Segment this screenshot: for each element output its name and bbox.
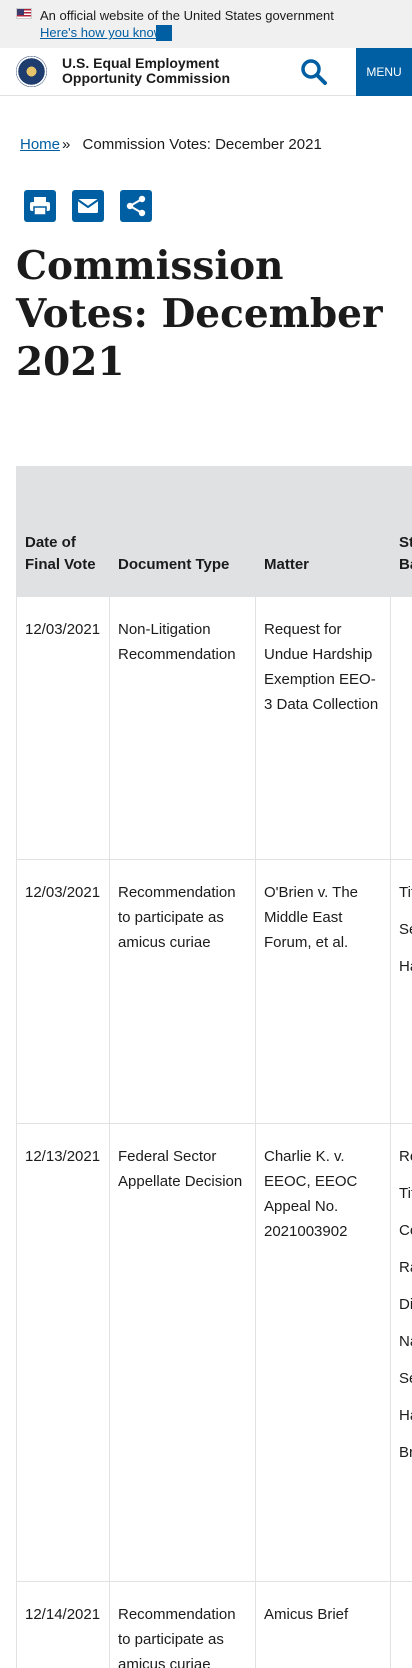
cell-issues [390, 596, 412, 860]
search-icon [301, 59, 327, 85]
votes-table: Date of Final Vote Document Type Matter … [16, 466, 412, 1668]
cell-matter: Request for Undue Hardship Exemption EEO… [255, 596, 391, 860]
issue-item: Title VII [399, 1185, 412, 1202]
heres-how-you-know-link[interactable]: Here's how you know [40, 25, 163, 40]
menu-button[interactable]: MENU [356, 48, 412, 96]
issue-item: Title VII [399, 884, 412, 901]
header-issues: Statutes/ Issues/ Bases Involved [390, 466, 412, 597]
breadcrumb: Home» Commission Votes: December 2021 [20, 136, 322, 153]
header-date: Date of Final Vote [16, 466, 110, 597]
issue-item: Breach of Confidentiality [399, 1444, 412, 1461]
issue-item: Disability [399, 1296, 412, 1313]
cell-document-type: Non-Litigation Recommendation [109, 596, 256, 860]
cell-matter: O'Brien v. The Middle East Forum, et al. [255, 859, 391, 1124]
eeoc-seal-logo[interactable] [16, 56, 47, 87]
issue-item: Sex [399, 921, 412, 938]
share-icon [126, 195, 146, 217]
cell-date: 12/14/2021 [16, 1581, 110, 1668]
expand-toggle-icon[interactable] [156, 25, 172, 41]
cell-issues: Rehabilitation Act Title VII Color Race … [390, 1123, 412, 1582]
breadcrumb-current: Commission Votes: December 2021 [82, 136, 322, 153]
cell-document-type: Recommendation to participate as amicus … [109, 859, 256, 1124]
breadcrumb-home-link[interactable]: Home [20, 136, 60, 153]
cell-matter: Charlie K. v. EEOC, EEOC Appeal No. 2021… [255, 1123, 391, 1582]
votes-table-container[interactable]: Date of Final Vote Document Type Matter … [16, 466, 412, 1668]
share-button[interactable] [120, 190, 152, 222]
issue-item: Color [399, 1222, 412, 1239]
cell-issues [390, 1581, 412, 1668]
site-name-line1: U.S. Equal Employment [62, 55, 220, 71]
issue-item: Race [399, 1259, 412, 1276]
us-flag-icon [16, 8, 32, 19]
table-row: 12/13/2021 Federal Sector Appellate Deci… [16, 1123, 412, 1582]
issue-item: Rehabilitation Act [399, 1148, 412, 1165]
search-button[interactable] [300, 58, 328, 86]
cell-date: 12/03/2021 [16, 596, 110, 860]
cell-date: 12/13/2021 [16, 1123, 110, 1582]
share-tools [24, 190, 152, 222]
table-header-row: Date of Final Vote Document Type Matter … [16, 466, 412, 597]
table-row: 12/14/2021 Recommendation to participate… [16, 1581, 412, 1668]
cell-document-type: Federal Sector Appellate Decision [109, 1123, 256, 1582]
print-button[interactable] [24, 190, 56, 222]
cell-document-type: Recommendation to participate as amicus … [109, 1581, 256, 1668]
issue-item: National Origin [399, 1333, 412, 1350]
cell-date: 12/03/2021 [16, 859, 110, 1124]
print-icon [30, 197, 50, 216]
cell-matter: Amicus Brief [255, 1581, 391, 1668]
gov-banner-text: An official website of the United States… [40, 8, 334, 23]
issue-item: Sex [399, 1370, 412, 1387]
issue-item: Harassment [399, 1407, 412, 1424]
site-name[interactable]: U.S. Equal Employment Opportunity Commis… [62, 56, 230, 86]
breadcrumb-separator: » [62, 136, 71, 153]
gov-banner: An official website of the United States… [0, 0, 412, 48]
email-button[interactable] [72, 190, 104, 222]
table-row: 12/03/2021 Recommendation to participate… [16, 859, 412, 1124]
header-document-type: Document Type [109, 466, 256, 597]
site-header: U.S. Equal Employment Opportunity Commis… [0, 48, 412, 96]
page-title: Commission Votes: December 2021 [16, 243, 383, 385]
table-row: 12/03/2021 Non-Litigation Recommendation… [16, 596, 412, 860]
site-name-line2: Opportunity Commission [62, 70, 230, 86]
cell-issues: Title VII Sex Harassment [390, 859, 412, 1124]
header-matter: Matter [255, 466, 391, 597]
email-icon [77, 199, 99, 213]
issue-item: Harassment [399, 958, 412, 975]
